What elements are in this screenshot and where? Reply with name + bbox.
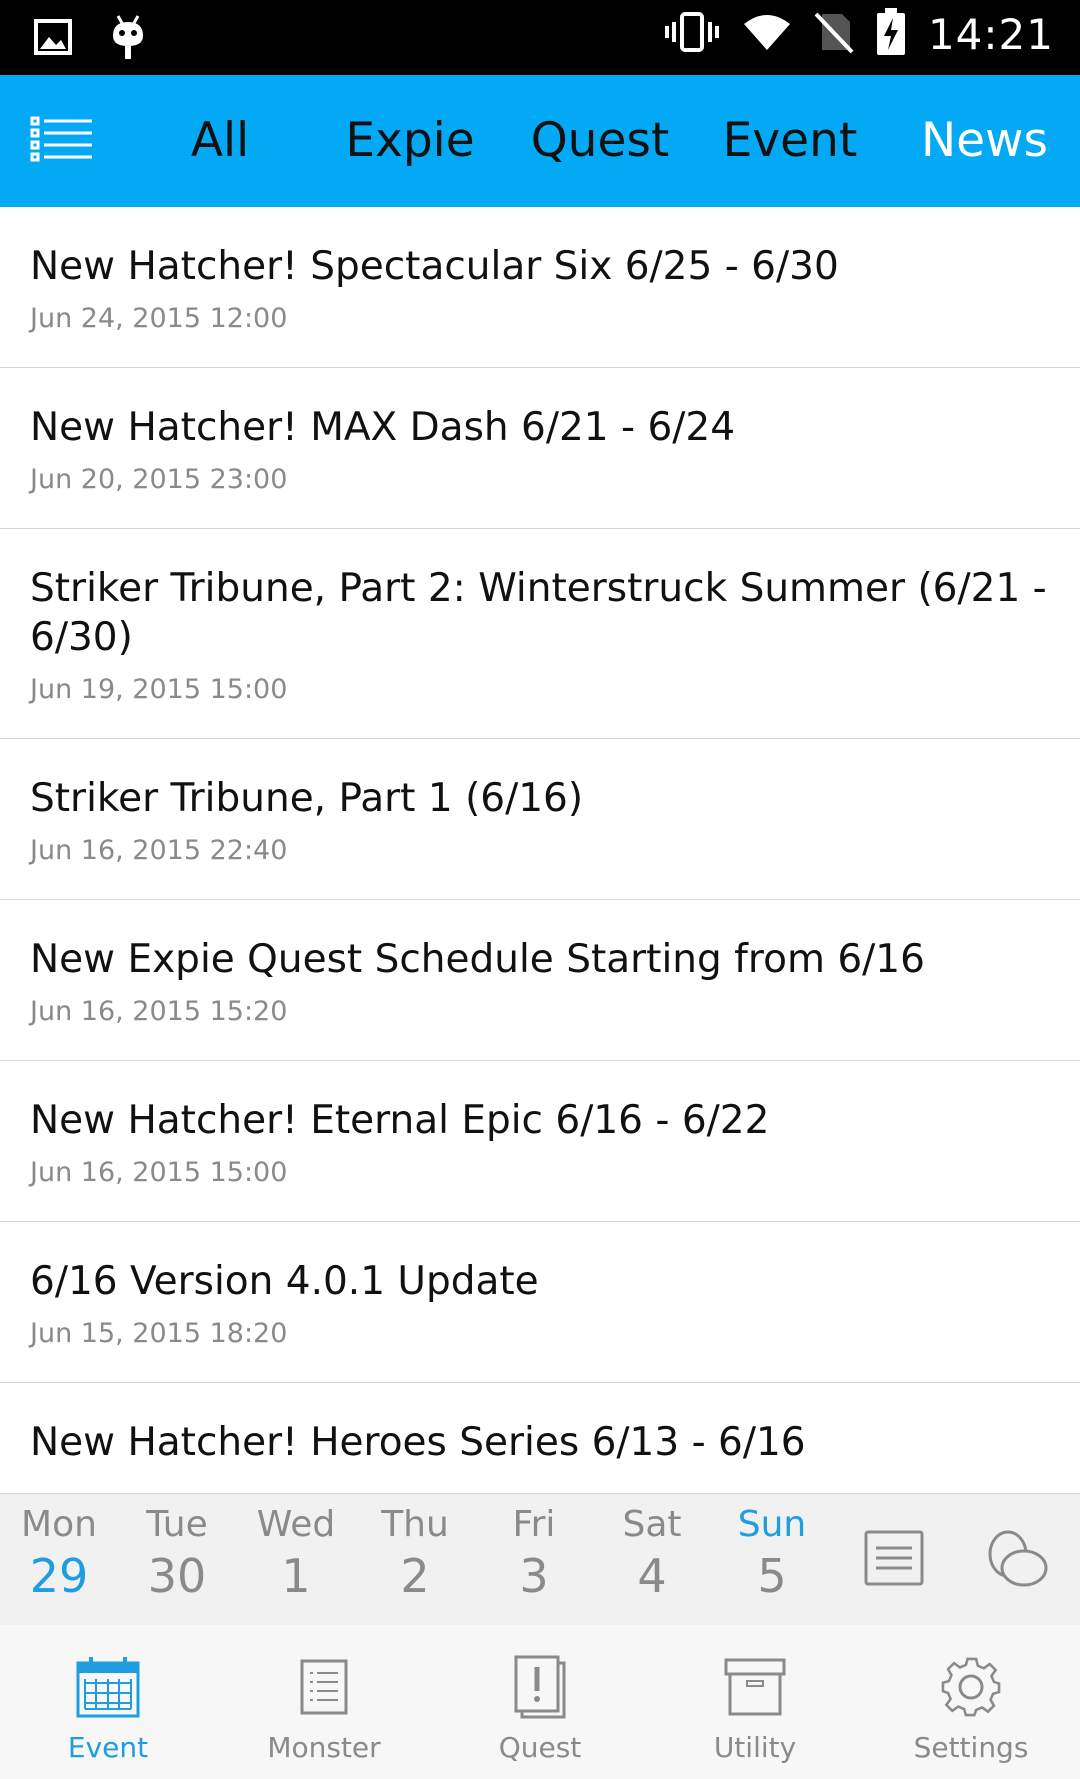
- box-icon: [655, 1647, 855, 1727]
- news-date: Jun 16, 2015 22:40: [30, 835, 288, 866]
- status-bar: 14:21: [0, 0, 1080, 75]
- battery-charging-icon: [876, 8, 906, 61]
- nav-quest[interactable]: Quest: [440, 1625, 640, 1779]
- news-item[interactable]: 6/16 Version 4.0.1 Update Jun 15, 2015 1…: [0, 1222, 1080, 1383]
- news-date: Jun 19, 2015 15:00: [30, 674, 288, 705]
- list-view-icon[interactable]: [864, 1530, 924, 1591]
- status-time: 14:21: [927, 10, 1054, 59]
- day-number: 2: [400, 1549, 430, 1603]
- nav-label: Quest: [498, 1731, 582, 1764]
- quest-icon: [440, 1647, 640, 1727]
- tab-expie[interactable]: Expie: [340, 75, 480, 207]
- news-item[interactable]: Striker Tribune, Part 2: Winterstruck Su…: [0, 529, 1080, 739]
- monster-list-icon: [224, 1647, 424, 1727]
- day-name: Sat: [622, 1504, 682, 1545]
- no-sim-icon: [814, 10, 854, 59]
- news-date: Jun 16, 2015 15:00: [30, 1157, 288, 1188]
- nav-utility[interactable]: Utility: [655, 1625, 855, 1779]
- nav-monster[interactable]: Monster: [224, 1625, 424, 1779]
- day-name: Tue: [146, 1504, 208, 1545]
- news-list: New Hatcher! Spectacular Six 6/25 - 6/30…: [0, 207, 1080, 1493]
- news-date: Jun 16, 2015 15:20: [30, 996, 288, 1027]
- news-title: New Hatcher! Spectacular Six 6/25 - 6/30: [30, 244, 839, 289]
- image-icon: [34, 19, 72, 60]
- day-mon[interactable]: Mon 29: [0, 1494, 118, 1626]
- nav-event[interactable]: Event: [8, 1625, 208, 1779]
- tab-event[interactable]: Event: [720, 75, 860, 207]
- tab-quest[interactable]: Quest: [530, 75, 670, 207]
- news-title: Striker Tribune, Part 2: Winterstruck Su…: [30, 566, 1047, 660]
- nav-label: Event: [67, 1731, 149, 1764]
- day-tue[interactable]: Tue 30: [118, 1494, 236, 1626]
- nav-label: Monster: [267, 1731, 381, 1764]
- news-title: 6/16 Version 4.0.1 Update: [30, 1259, 539, 1304]
- news-title: Striker Tribune, Part 1 (6/16): [30, 776, 584, 821]
- day-wed[interactable]: Wed 1: [237, 1494, 355, 1626]
- day-thu[interactable]: Thu 2: [356, 1494, 474, 1626]
- day-name: Thu: [381, 1504, 449, 1545]
- list-menu-icon[interactable]: [30, 115, 94, 167]
- news-title: New Hatcher! MAX Dash 6/21 - 6/24: [30, 405, 736, 450]
- news-date: Jun 24, 2015 12:00: [30, 303, 288, 334]
- gear-icon: [871, 1647, 1071, 1727]
- day-sat[interactable]: Sat 4: [593, 1494, 711, 1626]
- day-sun[interactable]: Sun 5: [713, 1494, 831, 1626]
- calendar-icon: [8, 1647, 208, 1727]
- news-item[interactable]: New Hatcher! MAX Dash 6/21 - 6/24 Jun 20…: [0, 368, 1080, 529]
- news-date: Jun 20, 2015 23:00: [30, 464, 288, 495]
- nav-settings[interactable]: Settings: [871, 1625, 1071, 1779]
- news-item[interactable]: New Expie Quest Schedule Starting from 6…: [0, 900, 1080, 1061]
- news-item[interactable]: New Hatcher! Eternal Epic 6/16 - 6/22 Ju…: [0, 1061, 1080, 1222]
- day-fri[interactable]: Fri 3: [475, 1494, 593, 1626]
- day-name: Wed: [256, 1504, 336, 1545]
- day-number: 1: [281, 1549, 311, 1603]
- nav-label: Settings: [913, 1731, 1029, 1764]
- nav-label: Utility: [713, 1731, 797, 1764]
- day-name: Mon: [21, 1504, 97, 1545]
- day-number: 5: [757, 1549, 787, 1603]
- day-number: 29: [29, 1549, 89, 1603]
- android-debug-icon: [110, 14, 146, 65]
- news-date: Jun 15, 2015 18:20: [30, 1318, 288, 1349]
- vibrate-icon: [664, 12, 720, 57]
- day-name: Sun: [737, 1504, 807, 1545]
- day-number: 3: [519, 1549, 549, 1603]
- news-title: New Hatcher! Heroes Series 6/13 - 6/16: [30, 1420, 806, 1465]
- eggs-icon[interactable]: [986, 1526, 1050, 1595]
- news-title: New Expie Quest Schedule Starting from 6…: [30, 937, 925, 982]
- day-number: 4: [637, 1549, 667, 1603]
- news-title: New Hatcher! Eternal Epic 6/16 - 6/22: [30, 1098, 770, 1143]
- tab-news[interactable]: News: [912, 75, 1057, 207]
- day-number: 30: [147, 1549, 207, 1603]
- wifi-icon: [742, 12, 792, 57]
- tab-all[interactable]: All: [160, 75, 280, 207]
- news-item[interactable]: New Hatcher! Spectacular Six 6/25 - 6/30…: [0, 207, 1080, 368]
- top-tab-bar: All Expie Quest Event News: [0, 75, 1080, 207]
- week-calendar-strip: Mon 29 Tue 30 Wed 1 Thu 2 Fri 3 Sat 4 Su…: [0, 1493, 1080, 1627]
- day-name: Fri: [512, 1504, 556, 1545]
- news-item[interactable]: New Hatcher! Heroes Series 6/13 - 6/16: [0, 1383, 1080, 1493]
- news-item[interactable]: Striker Tribune, Part 1 (6/16) Jun 16, 2…: [0, 739, 1080, 900]
- bottom-navigation: Event Monster Quest Utility Settings: [0, 1625, 1080, 1779]
